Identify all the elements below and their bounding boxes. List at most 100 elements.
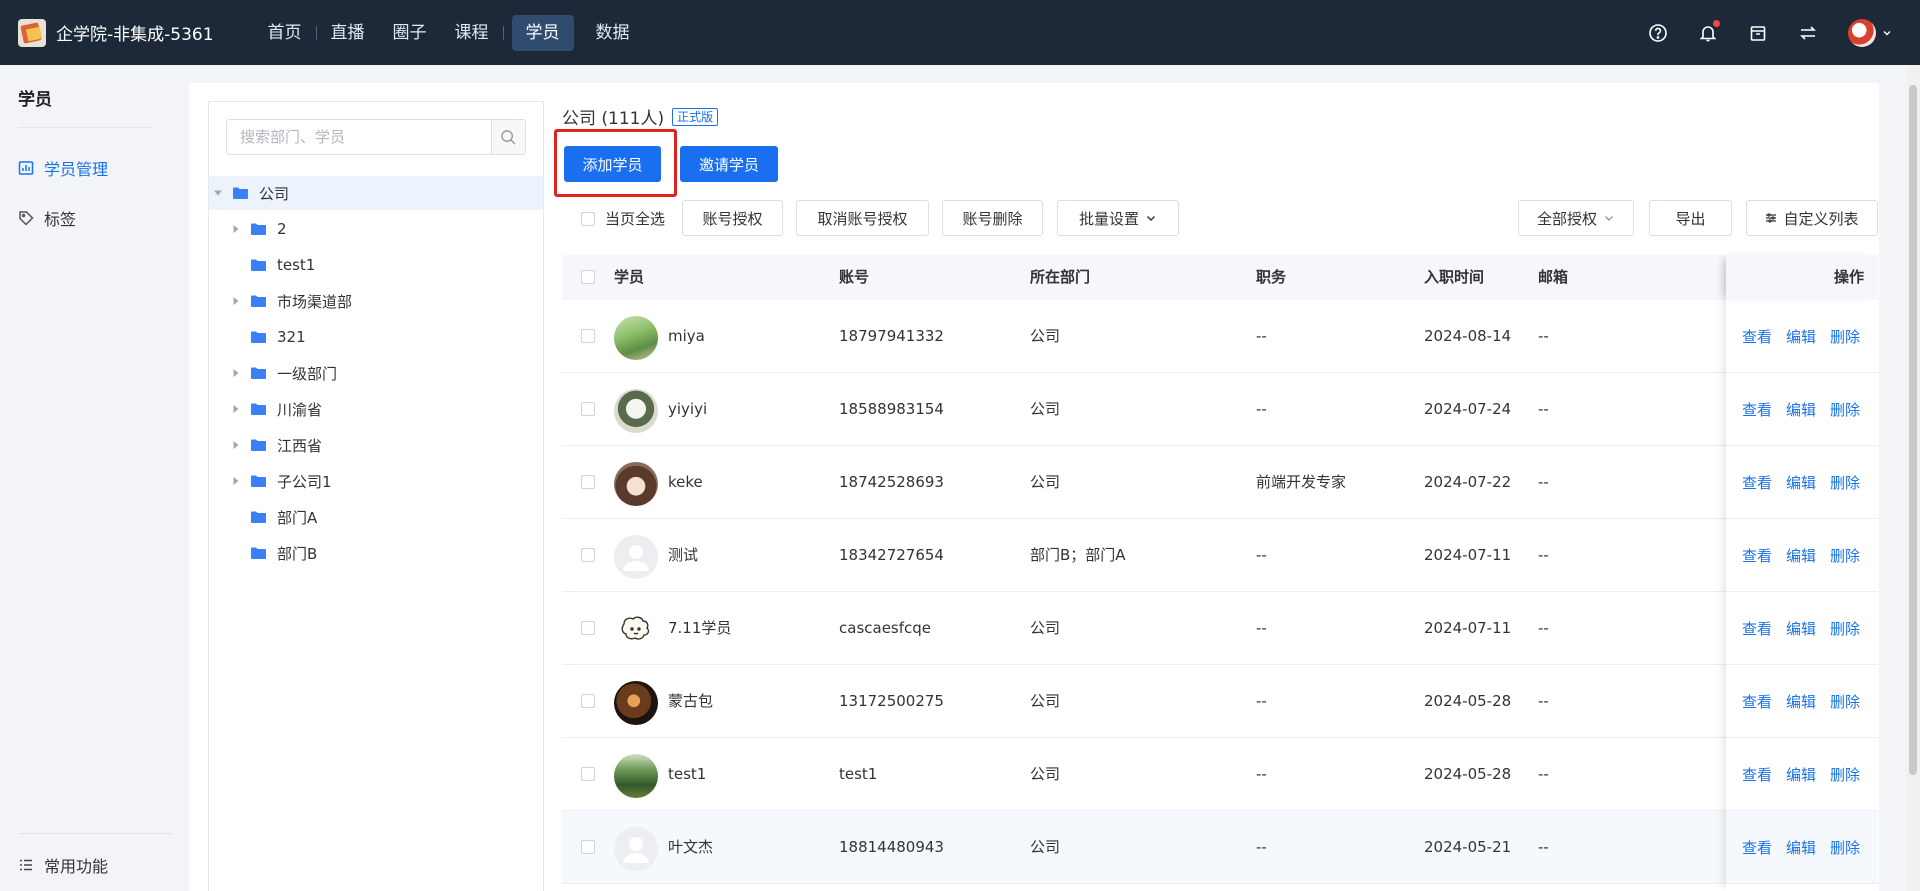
user-menu[interactable]	[1848, 18, 1892, 47]
edit-link[interactable]: 编辑	[1786, 545, 1816, 566]
tree-node-root[interactable]: 公司	[209, 176, 543, 210]
cancel-authorize-button[interactable]: 取消账号授权	[796, 200, 929, 236]
tree-node[interactable]: 江西省	[209, 428, 543, 462]
view-link[interactable]: 查看	[1742, 472, 1772, 493]
select-all-checkbox[interactable]	[581, 211, 595, 226]
operations-header: 操作	[1726, 255, 1878, 300]
switch-icon[interactable]	[1798, 23, 1818, 43]
edit-link[interactable]: 编辑	[1786, 472, 1816, 493]
avatar	[614, 389, 658, 433]
store-icon[interactable]	[1748, 23, 1768, 43]
view-link[interactable]: 查看	[1742, 326, 1772, 347]
join-date-value: 2024-07-24	[1424, 400, 1512, 418]
view-link[interactable]: 查看	[1742, 764, 1772, 785]
row-checkbox[interactable]	[581, 329, 595, 343]
delete-link[interactable]: 删除	[1830, 618, 1860, 639]
col-join-date: 入职时间	[1424, 268, 1485, 286]
edit-link[interactable]: 编辑	[1786, 691, 1816, 712]
tree-search-input[interactable]	[227, 120, 491, 154]
view-link[interactable]: 查看	[1742, 837, 1772, 858]
caret-right-icon[interactable]	[231, 440, 241, 450]
nav-item-data[interactable]: 数据	[582, 15, 644, 51]
scrollbar-thumb[interactable]	[1909, 85, 1917, 775]
bell-icon[interactable]	[1698, 19, 1720, 43]
invite-student-button[interactable]: 邀请学员	[680, 146, 778, 182]
view-link[interactable]: 查看	[1742, 399, 1772, 420]
edit-link[interactable]: 编辑	[1786, 837, 1816, 858]
nav-item-course[interactable]: 课程	[441, 15, 503, 51]
account-value: 18342727654	[839, 546, 944, 564]
sidebar-item-tags[interactable]: 标签	[18, 206, 76, 230]
custom-list-label: 自定义列表	[1783, 209, 1859, 228]
caret-right-icon[interactable]	[231, 368, 241, 378]
edit-link[interactable]: 编辑	[1786, 764, 1816, 785]
header-checkbox[interactable]	[581, 270, 595, 284]
join-date-value: 2024-08-14	[1424, 327, 1512, 345]
page-title-text: 公司 (111人)	[562, 109, 665, 129]
tree-node[interactable]: test1	[209, 248, 543, 282]
ops-cell: 查看 编辑 删除	[1726, 811, 1878, 884]
nav-item-home[interactable]: 首页	[254, 15, 316, 51]
view-link[interactable]: 查看	[1742, 691, 1772, 712]
help-icon[interactable]	[1648, 23, 1668, 43]
select-all-page[interactable]: 当页全选	[581, 208, 665, 229]
caret-right-icon[interactable]	[231, 224, 241, 234]
tree-node[interactable]: 子公司1	[209, 464, 543, 498]
tree-node[interactable]: 市场渠道部	[209, 284, 543, 318]
position-value: --	[1256, 546, 1267, 564]
nav-item-student[interactable]: 学员	[511, 14, 574, 51]
batch-settings-dropdown[interactable]: 批量设置	[1057, 200, 1179, 236]
batch-settings-label: 批量设置	[1078, 209, 1139, 228]
nav-item-live[interactable]: 直播	[317, 15, 379, 51]
account-value: 18742528693	[839, 473, 944, 491]
custom-list-button[interactable]: 自定义列表	[1746, 200, 1878, 236]
tree-node[interactable]: 321	[209, 320, 543, 354]
row-actions: 查看 编辑 删除	[1742, 300, 1860, 372]
student-name: keke	[668, 473, 703, 491]
page-scrollbar[interactable]	[1906, 65, 1920, 891]
sidebar-item-student-management[interactable]: 学员管理	[18, 156, 108, 180]
row-checkbox[interactable]	[581, 548, 595, 562]
delete-link[interactable]: 删除	[1830, 764, 1860, 785]
nav-item-circle[interactable]: 圈子	[379, 15, 441, 51]
row-checkbox[interactable]	[581, 402, 595, 416]
edit-link[interactable]: 编辑	[1786, 618, 1816, 639]
avatar	[614, 681, 658, 725]
account-delete-button[interactable]: 账号删除	[942, 200, 1043, 236]
view-link[interactable]: 查看	[1742, 545, 1772, 566]
auth-filter-select[interactable]: 全部授权	[1518, 200, 1634, 236]
tree-node[interactable]: 2	[209, 212, 543, 246]
row-checkbox[interactable]	[581, 475, 595, 489]
delete-link[interactable]: 删除	[1830, 399, 1860, 420]
view-link[interactable]: 查看	[1742, 618, 1772, 639]
table-row: yiyiyi 18588983154 公司 -- 2024-07-24 --	[562, 373, 1878, 446]
delete-link[interactable]: 删除	[1830, 326, 1860, 347]
delete-link[interactable]: 删除	[1830, 691, 1860, 712]
tree-node[interactable]: 川渝省	[209, 392, 543, 426]
row-checkbox[interactable]	[581, 621, 595, 635]
tree-node[interactable]: 部门B	[209, 536, 543, 570]
delete-link[interactable]: 删除	[1830, 837, 1860, 858]
caret-right-icon[interactable]	[231, 476, 241, 486]
export-button[interactable]: 导出	[1649, 200, 1732, 236]
edit-link[interactable]: 编辑	[1786, 326, 1816, 347]
row-actions: 查看 编辑 删除	[1742, 519, 1860, 591]
email-value: --	[1538, 400, 1549, 418]
tree-node[interactable]: 一级部门	[209, 356, 543, 390]
row-checkbox[interactable]	[581, 767, 595, 781]
delete-link[interactable]: 删除	[1830, 545, 1860, 566]
auth-filter-value: 全部授权	[1536, 209, 1597, 228]
common-functions-button[interactable]: 常用功能	[18, 853, 108, 877]
tree-node[interactable]: 部门A	[209, 500, 543, 534]
row-checkbox[interactable]	[581, 840, 595, 854]
row-checkbox[interactable]	[581, 694, 595, 708]
account-authorize-button[interactable]: 账号授权	[682, 200, 783, 236]
caret-right-icon[interactable]	[231, 296, 241, 306]
edit-link[interactable]: 编辑	[1786, 399, 1816, 420]
brand[interactable]: 企学院-非集成-5361	[18, 18, 214, 47]
caret-right-icon[interactable]	[231, 404, 241, 414]
caret-down-icon[interactable]	[213, 188, 223, 198]
search-button[interactable]	[491, 120, 525, 154]
delete-link[interactable]: 删除	[1830, 472, 1860, 493]
operations-column: 查看 编辑 删除 查看 编辑 删除 查看 编辑 删除 查看 编辑 删除 查看 编…	[1726, 255, 1878, 891]
